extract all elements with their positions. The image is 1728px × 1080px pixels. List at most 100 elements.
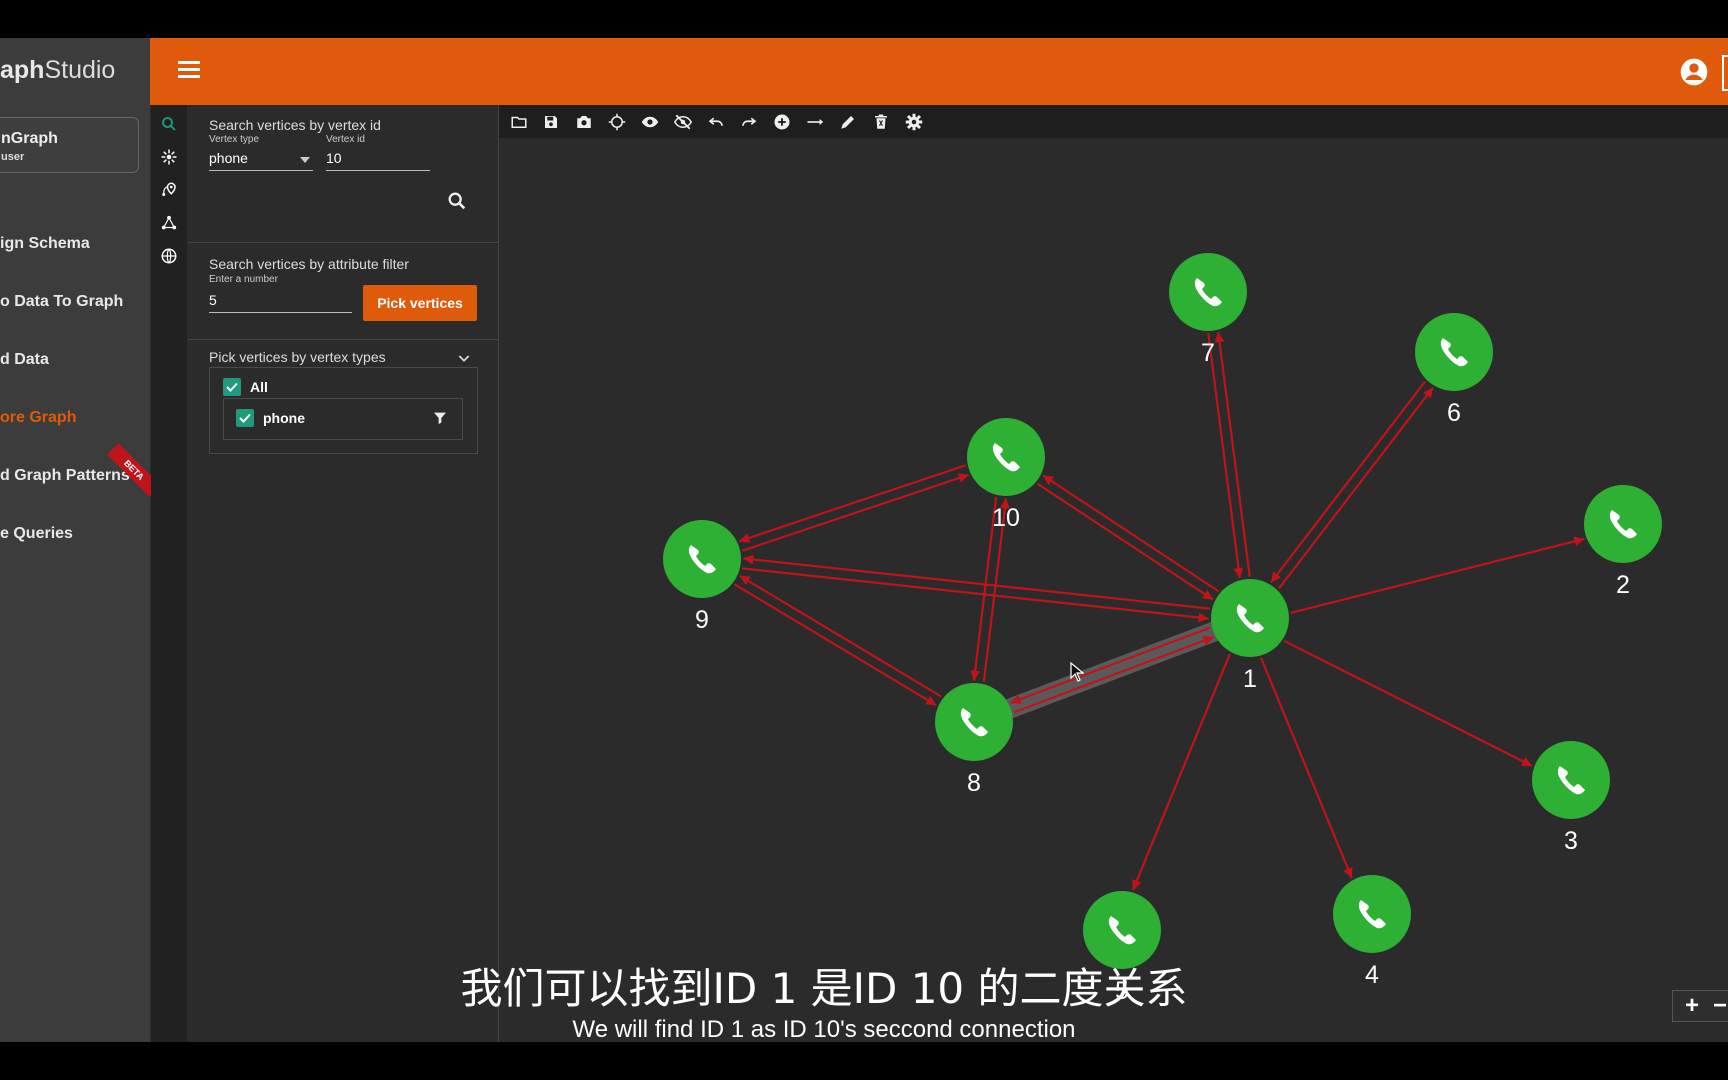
nav-write-queries[interactable]: e Queries <box>0 525 73 543</box>
search-icon[interactable] <box>446 190 468 212</box>
filter-icon[interactable] <box>432 410 448 426</box>
all-types-label: All <box>250 379 268 395</box>
vertex-circle[interactable] <box>663 520 741 598</box>
vertex-id-value: 10 <box>326 150 342 166</box>
attribute-filter-input[interactable]: 5 <box>209 292 352 313</box>
eye-icon[interactable] <box>641 113 659 131</box>
vertex-label: 3 <box>1564 827 1578 855</box>
graph-selector-card[interactable]: nGraph user <box>0 117 139 173</box>
edge-9-1[interactable] <box>742 567 1209 623</box>
edge-1-9[interactable] <box>743 554 1210 610</box>
settings-icon[interactable] <box>905 113 923 131</box>
phone-type-checkbox[interactable] <box>236 409 254 427</box>
hamburger-menu-icon[interactable] <box>178 61 200 81</box>
vertex-circle[interactable] <box>1584 485 1662 563</box>
edge-1-8[interactable] <box>1010 626 1211 705</box>
nav-design-schema[interactable]: ign Schema <box>0 235 90 253</box>
panel-divider <box>188 242 498 243</box>
nav-map-data-to-graph[interactable]: o Data To Graph <box>0 293 123 311</box>
graph-visualization[interactable]: 12345678910 <box>499 138 1728 1042</box>
attribute-filter-title: Search vertices by attribute filter <box>209 256 409 272</box>
search-by-id-title: Search vertices by vertex id <box>209 117 381 133</box>
vertex-label: 8 <box>967 769 981 797</box>
chevron-down-icon[interactable] <box>456 350 472 366</box>
vertex-circle[interactable] <box>935 683 1013 761</box>
edit-icon[interactable] <box>839 113 857 131</box>
vertex-3[interactable]: 3 <box>1532 741 1610 855</box>
vertex-label: 1 <box>1243 665 1257 693</box>
vertex-circle[interactable] <box>1532 741 1610 819</box>
locate-icon[interactable] <box>608 113 626 131</box>
vertex-circle[interactable] <box>1415 313 1493 391</box>
logo-area: aphStudio <box>0 38 150 105</box>
edge-1-6[interactable] <box>1278 386 1434 590</box>
mouse-cursor-icon <box>1070 662 1084 682</box>
add-vertex-icon[interactable] <box>773 113 791 131</box>
explore-tool-strip <box>151 105 187 1042</box>
expand-icon[interactable] <box>160 148 178 166</box>
camera-icon[interactable] <box>575 113 593 131</box>
edge-1-10[interactable] <box>1042 474 1220 593</box>
pick-vertices-button[interactable]: Pick vertices <box>363 285 477 321</box>
attribute-filter-hint: Enter a number <box>209 274 278 285</box>
nav-load-data[interactable]: d Data <box>0 351 49 369</box>
nav-build-graph-patterns[interactable]: d Graph Patterns <box>0 467 130 485</box>
vertex-label: 7 <box>1201 339 1215 367</box>
phone-type-label: phone <box>263 410 305 426</box>
panel-divider <box>188 339 498 340</box>
edge-1-2[interactable] <box>1290 536 1585 614</box>
app-logo[interactable]: aphStudio <box>0 56 115 85</box>
vertex-circle[interactable] <box>967 418 1045 496</box>
all-types-checkbox[interactable] <box>223 378 241 396</box>
header-bar <box>150 38 1728 105</box>
vertex-label: 2 <box>1616 571 1630 599</box>
graph-canvas[interactable]: 1 2 3 4 5 6 7 8 9 10 + − <box>499 138 1728 1042</box>
edge-9-8[interactable] <box>734 583 937 707</box>
vertex-10[interactable]: 10 <box>967 418 1045 532</box>
attribute-filter-value: 5 <box>209 292 217 308</box>
vertex-id-input[interactable]: 10 <box>326 150 430 171</box>
edge-1-3[interactable] <box>1283 639 1533 767</box>
eye-off-icon[interactable] <box>674 113 692 131</box>
edge-1-5[interactable] <box>1131 653 1231 891</box>
subtitle-chinese: 我们可以找到ID 1 是ID 10 的二度关系 <box>460 964 1188 1013</box>
search-icon[interactable] <box>160 115 178 133</box>
edge-8-1[interactable] <box>1013 635 1214 714</box>
vertex-label: 6 <box>1447 399 1461 427</box>
search-panel: Search vertices by vertex id Vertex type… <box>188 105 499 1042</box>
header-overflow-box <box>1722 55 1728 91</box>
vertex-2[interactable]: 2 <box>1584 485 1662 599</box>
save-icon[interactable] <box>542 113 560 131</box>
folder-icon[interactable] <box>510 113 528 131</box>
vertex-type-label: Vertex type <box>209 134 260 145</box>
vertex-circle[interactable] <box>1333 875 1411 953</box>
edge-9-10[interactable] <box>742 473 970 552</box>
vertex-7[interactable]: 7 <box>1169 253 1247 367</box>
path-finding-icon[interactable] <box>160 181 178 199</box>
globe-icon[interactable] <box>160 247 178 265</box>
vertex-circle[interactable] <box>1169 253 1247 331</box>
redo-icon[interactable] <box>740 113 758 131</box>
logo-bold-text: aph <box>0 56 45 84</box>
delete-icon[interactable] <box>872 113 890 131</box>
edge-10-1[interactable] <box>1036 482 1214 601</box>
edge-6-1[interactable] <box>1270 380 1426 584</box>
undo-icon[interactable] <box>707 113 725 131</box>
nav-explore-graph[interactable]: ore Graph <box>0 409 76 427</box>
edge-1-4[interactable] <box>1259 657 1353 879</box>
graph-algorithm-icon[interactable] <box>160 214 178 232</box>
vertex-circle[interactable] <box>1211 579 1289 657</box>
vertex-1[interactable]: 1 <box>1211 579 1289 693</box>
vertex-9[interactable]: 9 <box>663 520 741 634</box>
vertex-type-select[interactable]: phone <box>209 150 313 171</box>
edge-10-9[interactable] <box>738 464 966 543</box>
user-account-icon[interactable] <box>1678 56 1710 88</box>
vertex-6[interactable]: 6 <box>1415 313 1493 427</box>
vertex-8[interactable]: 8 <box>935 683 1013 797</box>
edge-8-9[interactable] <box>739 574 942 698</box>
vertex-type-value: phone <box>209 150 248 166</box>
subtitle-english: We will find ID 1 as ID 10's seccond con… <box>572 1016 1076 1043</box>
chevron-down-icon[interactable] <box>300 157 310 163</box>
vertex-types-title: Pick vertices by vertex types <box>209 349 386 365</box>
add-edge-icon[interactable] <box>806 113 824 131</box>
